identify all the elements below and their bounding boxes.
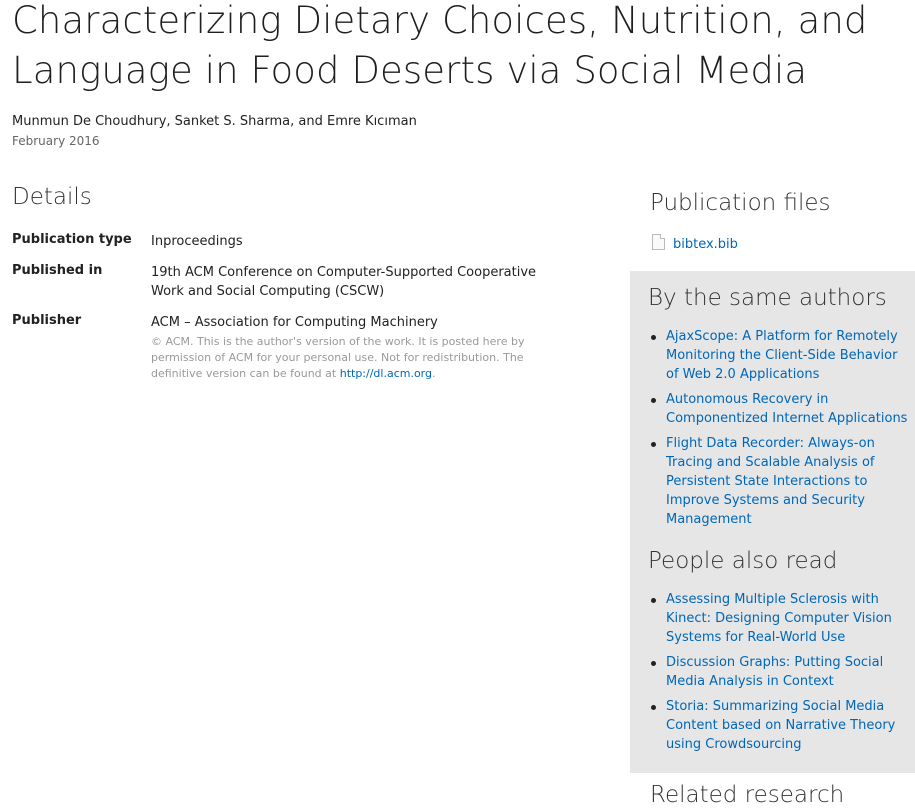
details-heading: Details bbox=[12, 184, 92, 210]
acm-dl-link[interactable]: http://dl.acm.org bbox=[340, 367, 432, 380]
detail-label: Publication type bbox=[12, 232, 132, 247]
publication-files-heading: Publication files bbox=[650, 190, 831, 216]
also-read-link[interactable]: Storia: Summarizing Social Media Content… bbox=[666, 699, 895, 752]
also-read-link[interactable]: Discussion Graphs: Putting Social Media … bbox=[666, 655, 883, 689]
detail-label: Published in bbox=[12, 263, 103, 278]
publisher-name: ACM – Association for Computing Machiner… bbox=[151, 315, 438, 330]
same-authors-list: AjaxScope: A Platform for Remotely Monit… bbox=[648, 327, 910, 535]
also-read-heading: People also read bbox=[648, 548, 838, 574]
detail-value-publisher: ACM – Association for Computing Machiner… bbox=[151, 313, 551, 382]
list-item: Storia: Summarizing Social Media Content… bbox=[648, 697, 910, 754]
related-sidebar: By the same authors AjaxScope: A Platfor… bbox=[630, 271, 915, 773]
also-read-link[interactable]: Assessing Multiple Sclerosis with Kinect… bbox=[666, 592, 892, 645]
list-item: Assessing Multiple Sclerosis with Kinect… bbox=[648, 590, 910, 647]
copyright-period: . bbox=[432, 367, 436, 380]
same-authors-link[interactable]: AjaxScope: A Platform for Remotely Monit… bbox=[666, 329, 898, 382]
detail-value: 19th ACM Conference on Computer-Supporte… bbox=[151, 265, 537, 299]
author-list: Munmun De Choudhury, Sanket S. Sharma, a… bbox=[12, 114, 417, 129]
also-read-list: Assessing Multiple Sclerosis with Kinect… bbox=[648, 590, 910, 760]
same-authors-link[interactable]: Autonomous Recovery in Componentized Int… bbox=[666, 392, 907, 426]
same-authors-link[interactable]: Flight Data Recorder: Always-on Tracing … bbox=[666, 436, 875, 527]
publication-date: February 2016 bbox=[12, 134, 100, 148]
file-item-bibtex[interactable]: bibtex.bib bbox=[652, 234, 738, 252]
page-title: Characterizing Dietary Choices, Nutritio… bbox=[12, 0, 868, 92]
list-item: Flight Data Recorder: Always-on Tracing … bbox=[648, 434, 910, 529]
copyright-text: © ACM. This is the author's version of t… bbox=[151, 335, 525, 380]
same-authors-heading: By the same authors bbox=[648, 285, 887, 311]
list-item: Autonomous Recovery in Componentized Int… bbox=[648, 390, 910, 428]
list-item: AjaxScope: A Platform for Remotely Monit… bbox=[648, 327, 910, 384]
file-icon bbox=[652, 234, 665, 250]
copyright-note: © ACM. This is the author's version of t… bbox=[151, 334, 551, 382]
detail-label: Publisher bbox=[12, 313, 82, 328]
related-research-heading: Related research bbox=[650, 782, 845, 808]
detail-value: Inproceedings bbox=[151, 234, 243, 249]
bibtex-download-link[interactable]: bibtex.bib bbox=[673, 237, 738, 252]
list-item: Discussion Graphs: Putting Social Media … bbox=[648, 653, 910, 691]
